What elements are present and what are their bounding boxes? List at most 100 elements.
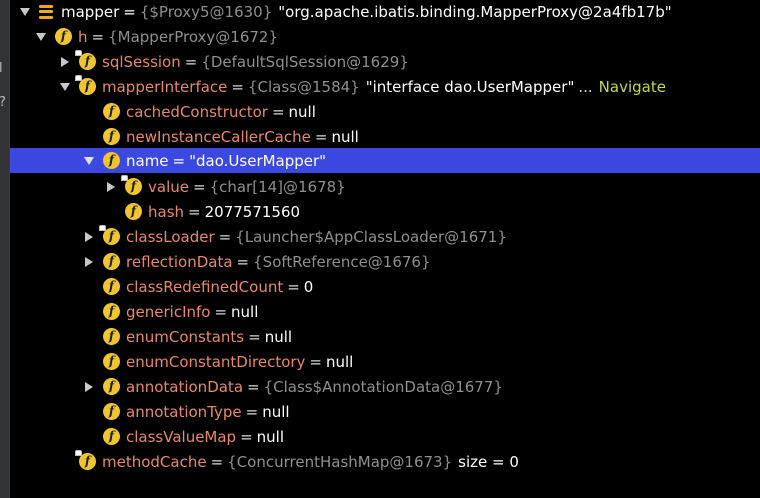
chevron-right-icon[interactable] — [83, 256, 95, 268]
field-icon: f — [55, 28, 72, 45]
field-icon: f — [99, 225, 120, 245]
field-name: value — [148, 177, 189, 196]
type-ref: {MapperProxy@1672} — [108, 27, 279, 46]
tree-row-newinstancecallercache[interactable]: f newInstanceCallerCache = null — [10, 124, 760, 149]
field-name: methodCache — [102, 452, 207, 471]
tree-row-annotationtype[interactable]: f annotationType = null — [10, 399, 760, 424]
equals-sign: = — [245, 402, 259, 421]
field-value: null — [262, 402, 290, 421]
chevron-right-icon[interactable] — [105, 181, 117, 193]
type-ref: {DefaultSqlSession@1629} — [201, 52, 409, 71]
field-icon: f — [103, 253, 120, 270]
tree-row-name-selected[interactable]: f name = "dao.UserMapper" — [10, 148, 760, 173]
type-ref: {Launcher$AppClassLoader@1671} — [235, 227, 507, 246]
chevron-right-icon[interactable] — [83, 231, 95, 243]
field-icon: f — [103, 128, 120, 145]
tree-row-mapper[interactable]: mapper = {$Proxy5@1630} "org.apache.ibat… — [10, 0, 760, 24]
type-ref: {Class$AnnotationData@1677} — [263, 377, 503, 396]
tree-row-genericinfo[interactable]: f genericInfo = null — [10, 299, 760, 324]
type-ref: {$Proxy5@1630} — [139, 2, 273, 21]
equals-sign: = — [218, 227, 232, 246]
lock-icon — [75, 50, 82, 56]
field-name: newInstanceCallerCache — [126, 127, 311, 146]
field-icon: f — [103, 403, 120, 420]
chevron-down-icon[interactable] — [59, 81, 71, 93]
field-name: genericInfo — [126, 302, 211, 321]
equals-sign: = — [184, 52, 198, 71]
equals-sign: = — [248, 327, 261, 346]
tree-row-enumconstantdirectory[interactable]: f enumConstantDirectory = null — [10, 349, 760, 374]
string-value: "dao.UserMapper" — [189, 151, 327, 170]
field-icon: f — [103, 303, 120, 320]
chevron-down-icon[interactable] — [35, 31, 47, 43]
equals-sign: = — [91, 27, 105, 46]
chevron-down-icon[interactable] — [19, 6, 31, 18]
gutter-glyph-1: l — [0, 61, 3, 76]
tree-row-classloader[interactable]: f classLoader = {Launcher$AppClassLoader… — [10, 224, 760, 249]
equals-sign: = — [314, 127, 328, 146]
field-value: null — [288, 102, 316, 121]
field-icon: f — [75, 50, 96, 70]
lock-icon — [75, 75, 82, 81]
ellipsis: ... — [578, 77, 593, 96]
field-icon: f — [75, 75, 96, 95]
field-icon: f — [125, 203, 142, 220]
equals-sign: = — [309, 352, 322, 371]
field-name: hash — [148, 202, 185, 221]
lock-icon — [121, 175, 128, 181]
field-name: h — [78, 27, 88, 46]
field-value: null — [231, 302, 259, 321]
field-name: classValueMap — [126, 427, 237, 446]
chevron-right-icon[interactable] — [83, 381, 95, 393]
field-name: cachedConstructor — [126, 102, 268, 121]
tree-row-classvaluemap[interactable]: f classValueMap = null — [10, 424, 760, 449]
field-icon: f — [103, 278, 120, 295]
field-icon: f — [75, 450, 96, 470]
left-gutter: l ? — [0, 0, 10, 498]
equals-sign: = — [236, 252, 250, 271]
tree-row-value[interactable]: f value = {char[14]@1678} — [10, 174, 760, 199]
field-value: null — [331, 127, 359, 146]
tree-row-h[interactable]: f h = {MapperProxy@1672} — [10, 24, 760, 49]
field-name: annotationData — [126, 377, 244, 396]
tree-row-enumconstants[interactable]: f enumConstants = null — [10, 324, 760, 349]
string-value: "org.apache.ibatis.binding.MapperProxy@2… — [278, 2, 672, 21]
string-value: "interface dao.UserMapper" — [365, 77, 575, 96]
field-icon: f — [103, 353, 120, 370]
type-ref: {SoftReference@1676} — [253, 252, 431, 271]
tree-row-sqlsession[interactable]: f sqlSession = {DefaultSqlSession@1629} — [10, 49, 760, 74]
field-name: enumConstantDirectory — [126, 352, 306, 371]
tree-row-annotationdata[interactable]: f annotationData = {Class$AnnotationData… — [10, 374, 760, 399]
chevron-right-icon[interactable] — [59, 56, 71, 68]
tree-row-hash[interactable]: f hash = 2077571560 — [10, 199, 760, 224]
field-name: name — [126, 151, 169, 170]
tree-row-reflectiondata[interactable]: f reflectionData = {SoftReference@1676} — [10, 249, 760, 274]
field-icon: f — [103, 103, 120, 120]
field-icon: f — [103, 152, 120, 169]
navigate-link[interactable]: Navigate — [599, 78, 666, 96]
type-ref: {ConcurrentHashMap@1673} — [227, 452, 453, 471]
tree-row-classredefinedcount[interactable]: f classRedefinedCount = 0 — [10, 274, 760, 299]
field-icon: f — [103, 428, 120, 445]
type-ref: {Class@1584} — [247, 77, 360, 96]
type-ref: {char[14]@1678} — [209, 177, 346, 196]
field-icon: f — [121, 175, 142, 195]
equals-sign: = — [231, 77, 244, 96]
field-name: classRedefinedCount — [126, 277, 284, 296]
field-name: mapperInterface — [102, 77, 228, 96]
lock-icon — [75, 450, 82, 456]
equals-sign: = — [247, 377, 260, 396]
field-name: sqlSession — [102, 52, 181, 71]
tree-row-methodcache[interactable]: f methodCache = {ConcurrentHashMap@1673}… — [10, 449, 760, 474]
field-name: classLoader — [126, 227, 215, 246]
size-value: size = 0 — [458, 452, 519, 471]
field-name: reflectionData — [126, 252, 233, 271]
field-value: 2077571560 — [204, 202, 301, 221]
equals-sign: = — [172, 151, 186, 170]
chevron-down-icon[interactable] — [83, 155, 95, 167]
tree-row-mapperinterface[interactable]: f mapperInterface = {Class@1584} "interf… — [10, 74, 760, 99]
lock-icon — [99, 225, 106, 231]
field-value: null — [326, 352, 354, 371]
field-value: null — [256, 427, 285, 446]
tree-row-cachedconstructor[interactable]: f cachedConstructor = null — [10, 99, 760, 124]
